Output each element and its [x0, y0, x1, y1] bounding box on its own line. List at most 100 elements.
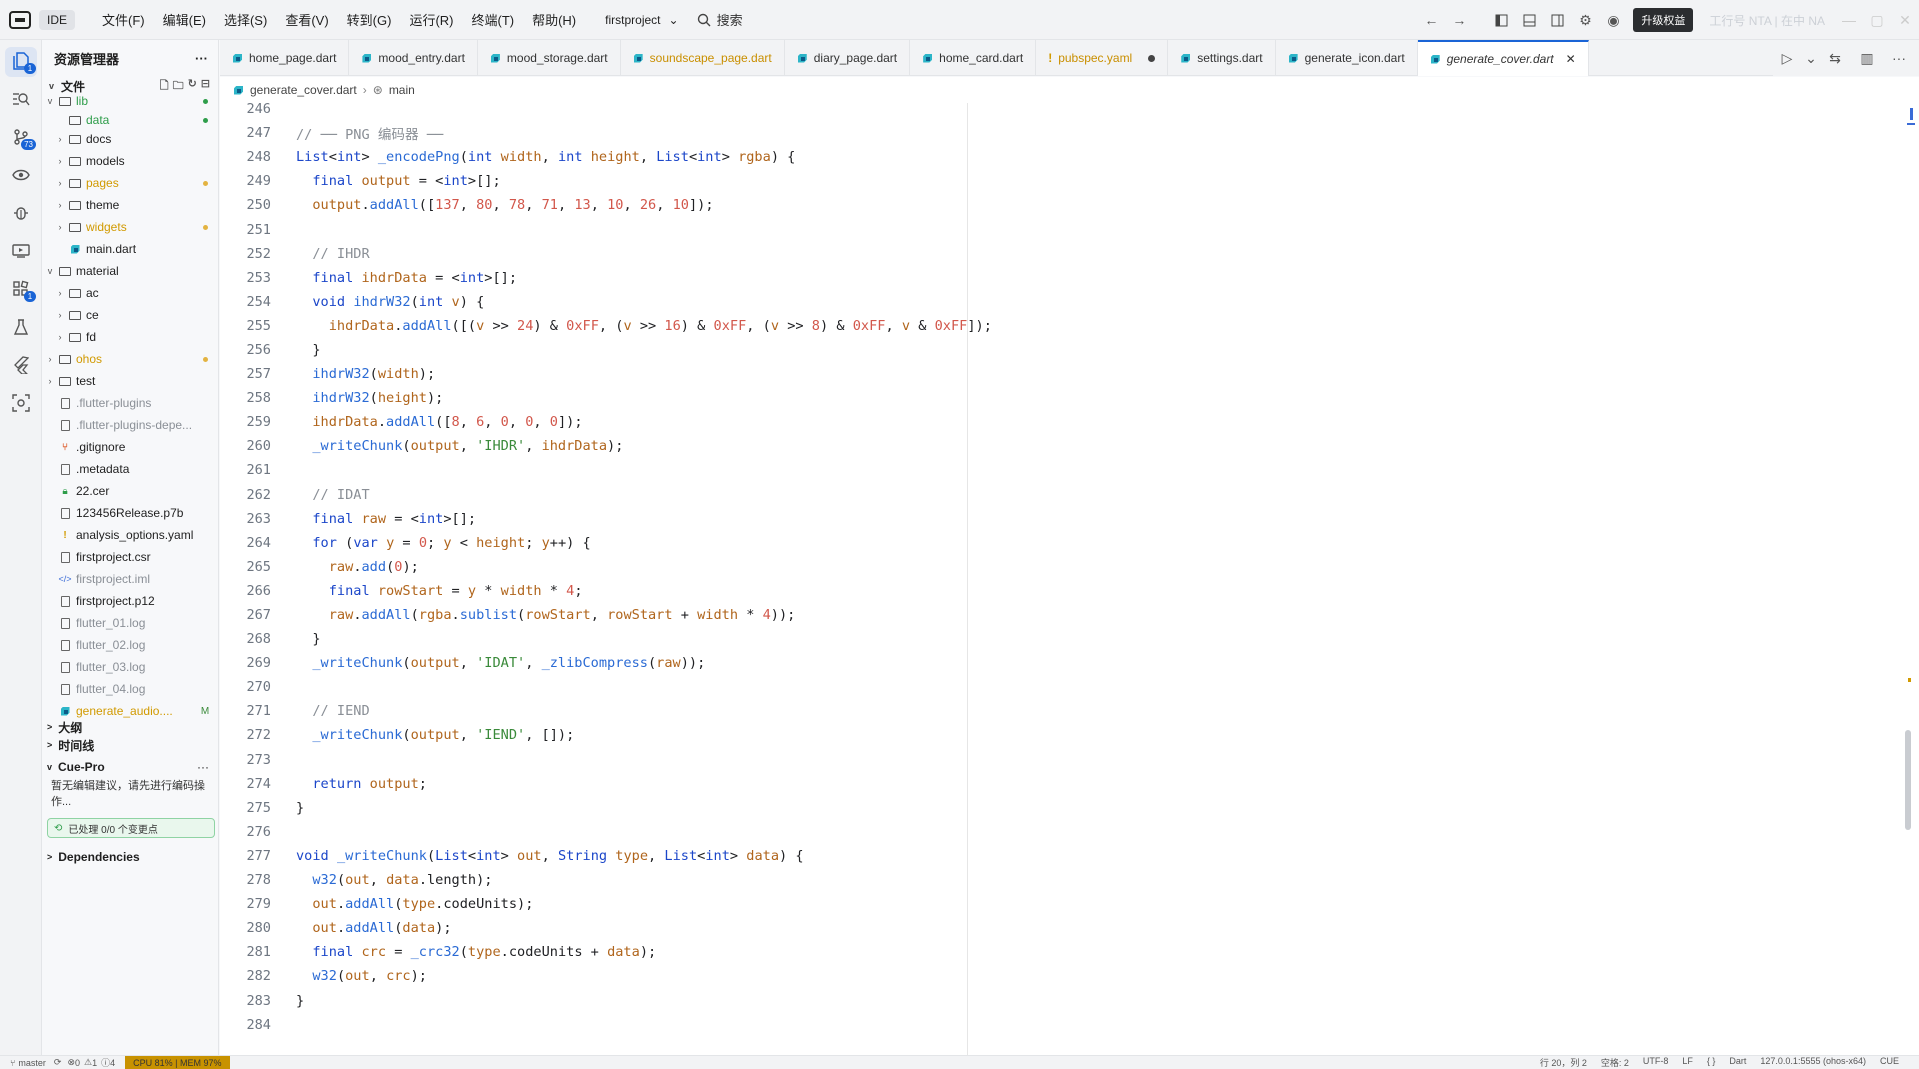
compare-icon[interactable]: ⇆	[1821, 44, 1849, 72]
chevron-right-icon[interactable]: ›	[55, 134, 65, 144]
preview-activity[interactable]	[0, 156, 42, 194]
error-count[interactable]: 0	[75, 1058, 80, 1068]
window-close-icon[interactable]: ✕	[1891, 6, 1919, 34]
split-editor-icon[interactable]: ▥	[1853, 44, 1881, 72]
tree-folder[interactable]: › ohos	[43, 348, 218, 370]
ide-label[interactable]: IDE	[39, 9, 76, 30]
flutter-activity[interactable]	[0, 346, 42, 384]
editor-tab[interactable]: home_card.dart	[910, 40, 1037, 76]
tree-file[interactable]: 🔒︎ 22.cer	[43, 480, 218, 502]
timeline-section[interactable]: > 时间线	[43, 736, 218, 754]
editor-tab[interactable]: home_page.dart	[220, 40, 350, 76]
device-activity[interactable]	[0, 232, 42, 270]
language-mode[interactable]: Dart	[1729, 1056, 1746, 1069]
more-actions-icon[interactable]: ···	[197, 760, 209, 774]
testing-activity[interactable]	[0, 308, 42, 346]
more-actions-icon[interactable]: ···	[195, 51, 208, 66]
tree-file[interactable]: ! analysis_options.yaml	[43, 524, 218, 546]
performance-indicator[interactable]: CPU 81% | MEM 97%	[125, 1055, 230, 1069]
inspect-activity[interactable]	[0, 384, 42, 422]
chevron-down-icon[interactable]: ⌄	[1805, 44, 1817, 72]
chevron-right-icon[interactable]: ›	[55, 288, 65, 298]
tree-folder[interactable]: data	[43, 112, 218, 128]
chevron-right-icon[interactable]: ›	[55, 222, 65, 232]
encoding[interactable]: UTF-8	[1643, 1056, 1669, 1069]
vertical-scrollbar[interactable]	[1905, 730, 1911, 830]
tree-file[interactable]: .metadata	[43, 458, 218, 480]
editor-tab[interactable]: mood_entry.dart	[349, 40, 478, 76]
tree-folder[interactable]: › models	[43, 150, 218, 172]
menu-item[interactable]: 查看(V)	[276, 6, 337, 33]
tree-folder[interactable]: v material	[43, 260, 218, 282]
editor-tab[interactable]: mood_storage.dart	[478, 40, 621, 76]
menu-item[interactable]: 编辑(E)	[154, 6, 215, 33]
editor-tab[interactable]: ! pubspec.yaml	[1036, 40, 1169, 76]
sync-icon[interactable]: ⟳	[54, 1057, 62, 1068]
device-connection[interactable]: 127.0.0.1:5555 (ohos-x64)	[1760, 1056, 1866, 1069]
tree-file[interactable]: .flutter-plugins	[43, 392, 218, 414]
chevron-right-icon[interactable]: ›	[45, 354, 55, 364]
more-actions-icon[interactable]: ···	[1885, 44, 1913, 72]
search-box[interactable]: 搜索	[697, 10, 743, 29]
menu-item[interactable]: 运行(R)	[400, 6, 462, 33]
tree-file[interactable]: flutter_02.log	[43, 634, 218, 656]
info-count[interactable]: 4	[110, 1058, 115, 1068]
tree-file[interactable]: firstproject.csr	[43, 546, 218, 568]
explorer-activity[interactable]: 1	[0, 42, 42, 80]
branch-name[interactable]: master	[18, 1058, 46, 1068]
braces-icon[interactable]: { }	[1707, 1056, 1716, 1069]
chevron-right-icon[interactable]: ›	[55, 156, 65, 166]
window-minimize-icon[interactable]: —	[1835, 6, 1863, 34]
cue-status-item[interactable]: CUE	[1880, 1056, 1899, 1069]
debug-activity[interactable]	[0, 194, 42, 232]
settings-gear-icon[interactable]: ⚙	[1571, 6, 1599, 34]
breadcrumb-symbol[interactable]: main	[389, 83, 415, 97]
cursor-position[interactable]: 行 20，列 2	[1540, 1056, 1587, 1069]
tree-folder[interactable]: › ce	[43, 304, 218, 326]
line-ending[interactable]: LF	[1682, 1056, 1693, 1069]
code-editor[interactable]: 246 247// ── PNG 编码器 ── 248 List<int> _enco…	[220, 103, 1919, 1055]
toggle-secondary-sidebar-icon[interactable]	[1543, 6, 1571, 34]
unsaved-dot-icon[interactable]	[1148, 54, 1156, 62]
tree-file[interactable]: flutter_01.log	[43, 612, 218, 634]
app-logo-icon[interactable]	[9, 10, 31, 29]
chevron-down-icon[interactable]: v	[45, 266, 55, 276]
menu-item[interactable]: 终端(T)	[462, 6, 523, 33]
account-icon[interactable]: ◉	[1599, 6, 1627, 34]
editor-tab[interactable]: generate_icon.dart	[1276, 40, 1418, 76]
extensions-activity[interactable]: 1	[0, 270, 42, 308]
tree-folder[interactable]: › test	[43, 370, 218, 392]
toggle-sidebar-icon[interactable]	[1487, 6, 1515, 34]
chevron-right-icon[interactable]: ›	[55, 310, 65, 320]
editor-tab[interactable]: diary_page.dart	[785, 40, 911, 76]
back-arrow-icon[interactable]: ←	[1417, 6, 1445, 34]
chevron-right-icon[interactable]: ›	[55, 332, 65, 342]
tree-file[interactable]: ⑂ .gitignore	[43, 436, 218, 458]
tree-file[interactable]: main.dart	[43, 238, 218, 260]
outline-section[interactable]: > 大纲	[43, 718, 218, 736]
menu-item[interactable]: 文件(F)	[93, 6, 154, 33]
dependencies-section[interactable]: > Dependencies	[43, 848, 218, 866]
toggle-panel-icon[interactable]	[1515, 6, 1543, 34]
search-activity[interactable]	[0, 80, 42, 118]
tree-file[interactable]: </> firstproject.iml	[43, 568, 218, 590]
tree-file[interactable]: 123456Release.p7b	[43, 502, 218, 524]
menu-item[interactable]: 选择(S)	[215, 6, 276, 33]
tree-file[interactable]: flutter_03.log	[43, 656, 218, 678]
chevron-down-icon[interactable]: v	[45, 96, 55, 106]
tree-file[interactable]: firstproject.p12	[43, 590, 218, 612]
chevron-right-icon[interactable]: ›	[55, 200, 65, 210]
editor-tab[interactable]: generate_cover.dart ✕	[1417, 40, 1589, 76]
tree-folder[interactable]: › ac	[43, 282, 218, 304]
chevron-right-icon[interactable]: ›	[45, 376, 55, 386]
tree-folder[interactable]: › widgets	[43, 216, 218, 238]
forward-arrow-icon[interactable]: →	[1445, 6, 1473, 34]
menu-item[interactable]: 帮助(H)	[523, 6, 585, 33]
editor-tab[interactable]: settings.dart	[1168, 40, 1276, 76]
tree-folder[interactable]: › docs	[43, 128, 218, 150]
source-control-activity[interactable]: 73	[0, 118, 42, 156]
menu-item[interactable]: 转到(G)	[338, 6, 401, 33]
indentation[interactable]: 空格: 2	[1601, 1056, 1629, 1069]
tree-file[interactable]: flutter_04.log	[43, 678, 218, 700]
tree-folder[interactable]: › fd	[43, 326, 218, 348]
